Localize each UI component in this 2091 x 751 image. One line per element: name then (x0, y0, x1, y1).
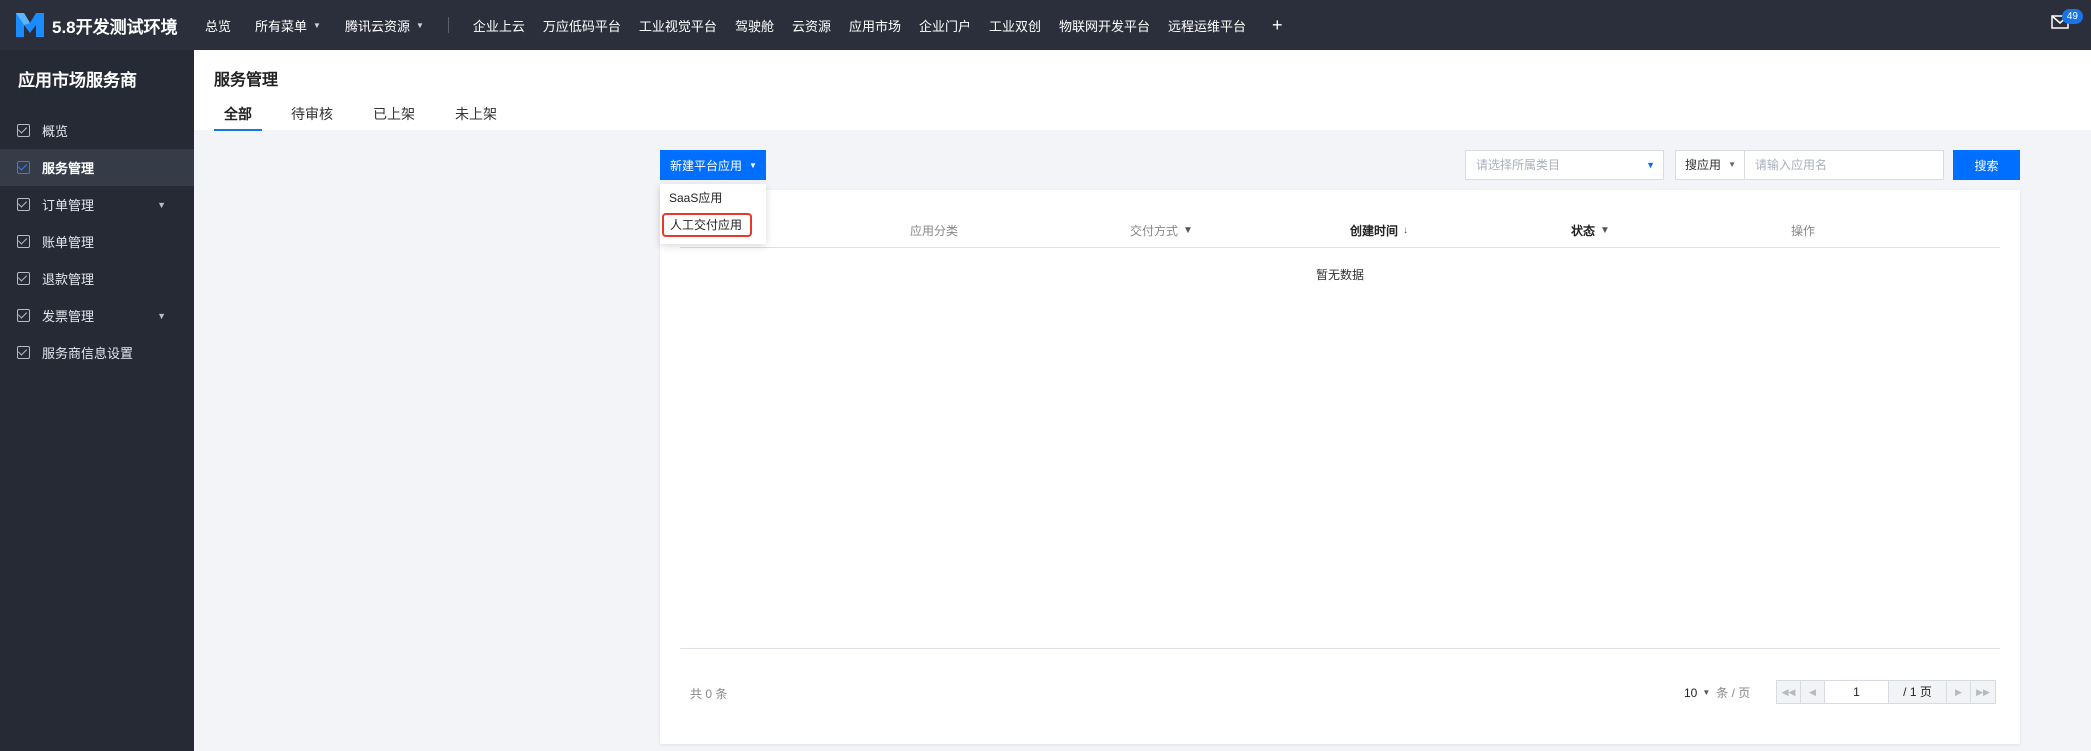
sidebar-item-label: 退款管理 (42, 272, 95, 287)
category-select-placeholder: 请选择所属类目 (1476, 158, 1561, 172)
checkbox-icon (17, 346, 30, 359)
topnav-portal[interactable]: 企业门户 (919, 16, 971, 35)
chevron-down-icon: ▼ (157, 310, 166, 321)
empty-state: 暂无数据 (1315, 268, 1364, 282)
chevron-down-icon: ▼ (1702, 688, 1711, 697)
topnav-iot[interactable]: 物联网开发平台 (1059, 16, 1150, 35)
topnav-remote-ops[interactable]: 远程运维平台 (1168, 16, 1246, 35)
add-nav-button[interactable]: + (1272, 15, 1283, 36)
last-page-button[interactable]: ▶▶ (1971, 681, 1995, 703)
search-type-value: 搜应用 (1685, 158, 1722, 172)
topnav-tencent-cloud-label: 腾讯云资源 (344, 18, 410, 34)
page-number-input[interactable] (1825, 681, 1889, 703)
page-size-unit: 条 / 页 (1716, 686, 1751, 700)
tab-unlisted[interactable]: 未上架 (446, 104, 506, 130)
checkbox-icon (17, 235, 30, 248)
table-header: 应用分类 交付方式 ▼ 创建时间 ↓ 状态 ▼ 操作 (680, 210, 2000, 248)
sort-down-icon[interactable]: ↓ (1403, 225, 1408, 236)
search-input[interactable] (1744, 150, 1944, 180)
column-created-time[interactable]: 创建时间 ↓ (1350, 222, 1408, 239)
sidebar-item-label: 服务商信息设置 (42, 346, 134, 361)
sidebar-item-provider-settings[interactable]: 服务商信息设置 (0, 334, 194, 371)
pagination: ◀◀ ◀ / 1 页 ▶ ▶▶ (1776, 680, 1996, 704)
chevron-down-icon: ▼ (749, 160, 757, 170)
new-app-dropdown: SaaS应用 人工交付应用 (660, 184, 766, 244)
topnav-all-menus[interactable]: 所有菜单 ▼ (255, 16, 321, 35)
tab-pending[interactable]: 待审核 (282, 104, 342, 130)
tab-all[interactable]: 全部 (214, 104, 262, 131)
logo-icon (16, 13, 44, 37)
sidebar-item-invoices[interactable]: 发票管理 ▼ (0, 297, 194, 334)
page-title: 服务管理 (214, 72, 279, 89)
new-platform-app-label: 新建平台应用 (670, 158, 743, 173)
checkbox-icon (17, 161, 30, 174)
brand[interactable]: 5.8开发测试环境 (0, 0, 194, 50)
topnav-tencent-cloud[interactable]: 腾讯云资源 ▼ (345, 16, 424, 35)
search-button[interactable]: 搜索 (1953, 150, 2020, 180)
chevron-down-icon: ▼ (415, 20, 424, 30)
app-name: 5.8开发测试环境 (52, 17, 178, 37)
mail-badge: 49 (2061, 9, 2083, 24)
new-platform-app-button[interactable]: 新建平台应用 ▼ (660, 150, 766, 180)
dropdown-item-saas[interactable]: SaaS应用 (660, 184, 766, 212)
chevron-down-icon: ▼ (313, 20, 321, 30)
checkbox-icon (17, 198, 30, 211)
topnav-divider (447, 17, 449, 33)
sidebar-item-label: 发票管理 (42, 309, 95, 324)
chevron-down-icon: ▼ (1646, 160, 1655, 170)
filter-icon[interactable]: ▼ (1600, 225, 1610, 236)
sidebar-item-refunds[interactable]: 退款管理 (0, 260, 194, 297)
top-nav: 总览 所有菜单 ▼ 腾讯云资源 ▼ 企业上云 万应低码平台 工业视觉平台 驾驶舱 云… (205, 0, 1283, 50)
total-count: 共 0 条 (690, 687, 728, 701)
column-status: 状态 ▼ (1571, 222, 1610, 239)
tab-listed[interactable]: 已上架 (364, 104, 424, 130)
topnav-enterprise-cloud[interactable]: 企业上云 (473, 16, 525, 35)
sidebar: 应用市场服务商 概览 服务管理 订单管理 ▼ 账单管理 退款管理 发票管理 ▼ … (0, 50, 194, 751)
sidebar-title: 应用市场服务商 (18, 71, 137, 90)
topnav-industry[interactable]: 工业双创 (989, 16, 1041, 35)
checkbox-icon (17, 124, 30, 137)
search-type-select[interactable]: 搜应用 ▼ (1675, 150, 1745, 180)
column-delivery: 交付方式 ▼ (1130, 222, 1193, 239)
sidebar-item-label: 订单管理 (42, 198, 95, 213)
chevron-down-icon: ▼ (157, 199, 166, 210)
topnav-vision[interactable]: 工业视觉平台 (639, 16, 717, 35)
chevron-down-icon: ▼ (1728, 160, 1736, 169)
column-status-label: 状态 (1571, 224, 1596, 238)
topnav-cockpit[interactable]: 驾驶舱 (735, 16, 774, 35)
service-table-card: 应用分类 交付方式 ▼ 创建时间 ↓ 状态 ▼ 操作 暂无数据 共 0 条 10 ▼ … (660, 190, 2020, 744)
checkbox-icon (17, 272, 30, 285)
sidebar-item-overview[interactable]: 概览 (0, 112, 194, 149)
main-header: 服务管理 全部 待审核 已上架 未上架 (194, 50, 2091, 131)
column-delivery-label: 交付方式 (1130, 224, 1179, 238)
topnav-overview[interactable]: 总览 (205, 16, 231, 35)
sidebar-item-label: 概览 (42, 124, 69, 139)
category-select[interactable]: 请选择所属类目 ▼ (1465, 150, 1664, 180)
sidebar-item-bills[interactable]: 账单管理 (0, 223, 194, 260)
sidebar-item-service-management[interactable]: 服务管理 (0, 149, 194, 186)
prev-page-button[interactable]: ◀ (1801, 681, 1825, 703)
topnav-all-menus-label: 所有菜单 (255, 18, 308, 34)
column-actions: 操作 (1791, 224, 1816, 238)
page-size-select[interactable]: 10 ▼ 条 / 页 (1684, 684, 1750, 701)
topnav-cloud-resources[interactable]: 云资源 (792, 16, 831, 35)
checkbox-icon (17, 309, 30, 322)
filter-icon[interactable]: ▼ (1183, 225, 1193, 236)
divider (680, 648, 2000, 649)
dropdown-item-manual-delivery[interactable]: 人工交付应用 (662, 213, 752, 237)
sidebar-item-label: 服务管理 (42, 161, 95, 176)
status-tabs: 全部 待审核 已上架 未上架 (214, 104, 546, 131)
column-category: 应用分类 (910, 224, 959, 238)
sidebar-item-orders[interactable]: 订单管理 ▼ (0, 186, 194, 223)
column-created-time-label: 创建时间 (1350, 224, 1399, 238)
topnav-app-market[interactable]: 应用市场 (849, 16, 901, 35)
sidebar-item-label: 账单管理 (42, 235, 95, 250)
total-pages: / 1 页 (1889, 681, 1947, 703)
next-page-button[interactable]: ▶ (1947, 681, 1971, 703)
top-bar: 5.8开发测试环境 总览 所有菜单 ▼ 腾讯云资源 ▼ 企业上云 万应低码平台 工业… (0, 0, 2091, 50)
first-page-button[interactable]: ◀◀ (1777, 681, 1801, 703)
topnav-lowcode[interactable]: 万应低码平台 (543, 16, 621, 35)
page-size-value: 10 (1684, 685, 1698, 700)
